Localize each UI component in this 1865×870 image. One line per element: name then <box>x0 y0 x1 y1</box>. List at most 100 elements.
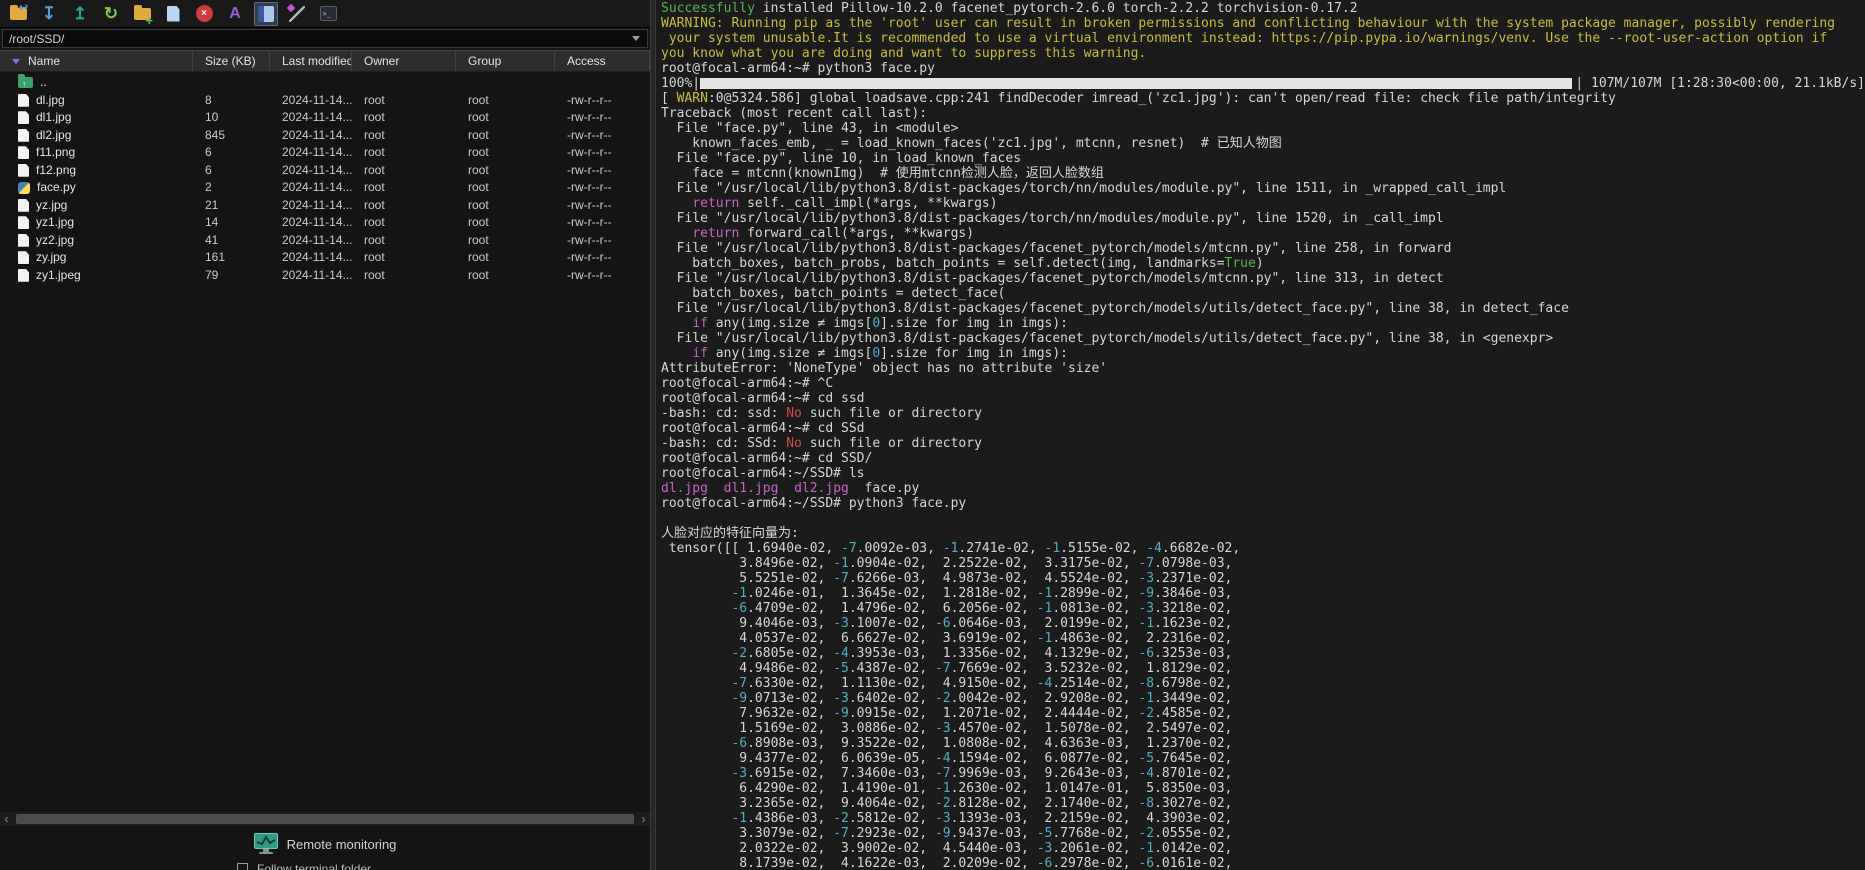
file-modified: 2024-11-14... <box>270 92 352 109</box>
file-owner: root <box>352 232 456 249</box>
toolbar: ↩ ↧ ↥ ↻ + × A >_ <box>0 0 650 28</box>
file-icon <box>18 129 29 142</box>
follow-terminal-checkbox-row[interactable]: Follow terminal folder <box>237 863 371 870</box>
terminal-line: 人脸对应的特征向量为: <box>661 526 1865 541</box>
file-row[interactable]: dl1.jpg102024-11-14...rootroot-rw-r--r-- <box>0 109 650 127</box>
terminal-line: known_faces_emb, _ = load_known_faces('z… <box>661 136 1865 151</box>
file-name: f12.png <box>36 162 76 179</box>
download-icon[interactable]: ↧ <box>37 2 61 26</box>
file-row[interactable]: yz2.jpg412024-11-14...rootroot-rw-r--r-- <box>0 232 650 250</box>
column-header-size-kb-[interactable]: Size (KB) <box>193 51 270 71</box>
new-folder-icon[interactable]: + <box>130 2 154 26</box>
column-header-access[interactable]: Access <box>555 51 650 71</box>
delete-icon[interactable]: × <box>192 2 216 26</box>
terminal-line <box>661 511 1865 526</box>
terminal-line: 2.0322e-02, 3.9002e-02, 4.5440e-03, -3.2… <box>661 841 1865 856</box>
file-icon <box>18 94 29 107</box>
file-access: -rw-r--r-- <box>555 267 650 284</box>
refresh-icon[interactable]: ↻ <box>99 2 123 26</box>
file-modified: 2024-11-14... <box>270 144 352 161</box>
file-row[interactable]: .. <box>0 74 650 92</box>
file-size: 6 <box>193 162 270 179</box>
file-size: 2 <box>193 179 270 196</box>
file-row[interactable]: f12.png62024-11-14...rootroot-rw-r--r-- <box>0 162 650 180</box>
column-header-group[interactable]: Group <box>456 51 555 71</box>
path-bar[interactable]: /root/SSD/ <box>2 29 648 48</box>
file-icon <box>18 146 29 159</box>
terminal-line: root@focal-arm64:~/SSD# python3 face.py <box>661 496 1865 511</box>
file-owner: root <box>352 249 456 266</box>
path-input[interactable]: /root/SSD/ <box>3 32 625 46</box>
file-table-rows: ..dl.jpg82024-11-14...rootroot-rw-r--r--… <box>0 74 650 284</box>
remote-monitoring-button[interactable]: Remote monitoring <box>0 830 650 858</box>
file-size: 41 <box>193 232 270 249</box>
scroll-right-arrow[interactable]: › <box>637 812 650 826</box>
terminal-line: -7.6330e-02, 1.1130e-02, 4.9150e-02, -4.… <box>661 676 1865 691</box>
file-row[interactable]: dl.jpg82024-11-14...rootroot-rw-r--r-- <box>0 92 650 110</box>
terminal-line: 3.8496e-02, -1.0904e-02, 2.2522e-02, 3.3… <box>661 556 1865 571</box>
path-dropdown-button[interactable] <box>625 30 647 47</box>
terminal-line: -1.4386e-03, -2.5812e-02, -3.1393e-03, 2… <box>661 811 1865 826</box>
terminal-line: Successfully installed Pillow-10.2.0 fac… <box>661 1 1865 16</box>
terminal-line: return self._call_impl(*args, **kwargs) <box>661 196 1865 211</box>
terminal-icon[interactable]: >_ <box>316 2 340 26</box>
file-owner: root <box>352 179 456 196</box>
file-owner: root <box>352 197 456 214</box>
terminal-line: [ WARN:0@5324.586] global loadsave.cpp:2… <box>661 91 1865 106</box>
upload-icon[interactable]: ↥ <box>68 2 92 26</box>
file-row[interactable]: yz1.jpg142024-11-14...rootroot-rw-r--r-- <box>0 214 650 232</box>
file-access: -rw-r--r-- <box>555 232 650 249</box>
file-row[interactable]: f11.png62024-11-14...rootroot-rw-r--r-- <box>0 144 650 162</box>
scroll-left-arrow[interactable]: ‹ <box>0 812 13 826</box>
file-access: -rw-r--r-- <box>555 214 650 231</box>
checkbox-icon[interactable] <box>237 863 248 870</box>
terminal[interactable]: Successfully installed Pillow-10.2.0 fac… <box>656 0 1865 870</box>
terminal-line: File "/usr/local/lib/python3.8/dist-pack… <box>661 211 1865 226</box>
terminal-line: -3.6915e-02, 7.3460e-03, -7.9969e-03, 9.… <box>661 766 1865 781</box>
terminal-line: you know what you are doing and want to … <box>661 46 1865 61</box>
file-group: root <box>456 144 555 161</box>
magic-wand-icon[interactable] <box>285 2 309 26</box>
terminal-line: return forward_call(*args, **kwargs) <box>661 226 1865 241</box>
terminal-line: File "/usr/local/lib/python3.8/dist-pack… <box>661 181 1865 196</box>
monitor-icon <box>254 833 278 855</box>
file-row[interactable]: dl2.jpg8452024-11-14...rootroot-rw-r--r-… <box>0 127 650 145</box>
file-group: root <box>456 162 555 179</box>
file-access: -rw-r--r-- <box>555 162 650 179</box>
file-name: dl1.jpg <box>36 109 71 126</box>
terminal-line: dl.jpg dl1.jpg dl2.jpg face.py <box>661 481 1865 496</box>
column-header-owner[interactable]: Owner <box>352 51 456 71</box>
terminal-line: 3.3079e-02, -7.2923e-02, -9.9437e-03, -5… <box>661 826 1865 841</box>
file-owner: root <box>352 92 456 109</box>
file-icon <box>18 199 29 212</box>
terminal-line: root@focal-arm64:~/SSD# ls <box>661 466 1865 481</box>
file-access: -rw-r--r-- <box>555 109 650 126</box>
file-owner: root <box>352 214 456 231</box>
terminal-line: tensor([[ 1.6940e-02, -7.0092e-03, -1.27… <box>661 541 1865 556</box>
sort-descending-icon <box>12 59 20 64</box>
file-row[interactable]: zy.jpg1612024-11-14...rootroot-rw-r--r-- <box>0 249 650 267</box>
horizontal-scrollbar[interactable]: ‹ › <box>0 812 650 826</box>
ssh-client-window: ↩ ↧ ↥ ↻ + × A >_ /root/SSD/ NameSize (KB)Last m… <box>0 0 1865 870</box>
file-modified: 2024-11-14... <box>270 179 352 196</box>
column-header-name[interactable]: Name <box>0 51 193 71</box>
file-size: 845 <box>193 127 270 144</box>
column-header-last-modified[interactable]: Last modified <box>270 51 352 71</box>
terminal-line: 3.2365e-02, 9.4064e-02, -2.8128e-02, 2.1… <box>661 796 1865 811</box>
font-icon[interactable]: A <box>223 2 247 26</box>
file-name: f11.png <box>36 144 75 161</box>
terminal-line: if any(img.size ≠ imgs[0].size for img i… <box>661 316 1865 331</box>
file-row[interactable]: zy1.jpeg792024-11-14...rootroot-rw-r--r-… <box>0 267 650 285</box>
file-size: 6 <box>193 144 270 161</box>
nav-folder-icon[interactable]: ↩ <box>6 2 30 26</box>
file-size: 79 <box>193 267 270 284</box>
file-size: 10 <box>193 109 270 126</box>
scrollbar-thumb[interactable] <box>16 814 634 824</box>
folder-up-icon <box>18 77 33 88</box>
new-file-icon[interactable] <box>161 2 185 26</box>
file-row[interactable]: face.py22024-11-14...rootroot-rw-r--r-- <box>0 179 650 197</box>
file-row[interactable]: yz.jpg212024-11-14...rootroot-rw-r--r-- <box>0 197 650 215</box>
split-view-icon[interactable] <box>254 2 278 26</box>
terminal-line: root@focal-arm64:~# python3 face.py <box>661 61 1865 76</box>
file-size: 161 <box>193 249 270 266</box>
